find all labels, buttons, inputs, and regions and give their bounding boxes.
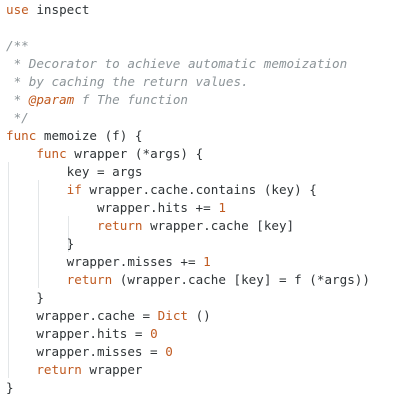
code-line: wrapper.misses = 0 (6, 343, 173, 361)
code-token: return (97, 218, 143, 233)
code-token: 0 (150, 326, 158, 341)
code-editor[interactable]: use inspect /** * Decorator to achieve au… (0, 0, 403, 403)
code-line: } (6, 289, 44, 307)
code-token: wrapper.hits += (6, 200, 219, 215)
code-token: inspect (28, 2, 90, 17)
code-token: * Decorator to achieve automatic memoiza… (6, 56, 348, 71)
code-line: } (6, 379, 14, 397)
code-token: } (6, 290, 44, 305)
code-token: () (188, 308, 211, 323)
code-line: * by caching the return values. (6, 73, 249, 91)
code-token: wrapper.cache = (6, 308, 158, 323)
code-token: return (36, 362, 82, 377)
code-line: key = args (6, 163, 143, 181)
code-token: /** (6, 38, 29, 53)
code-token: key = args (6, 164, 143, 179)
code-line: wrapper.hits += 1 (6, 199, 226, 217)
code-token: wrapper.hits = (6, 326, 151, 341)
code-token: wrapper.misses += (6, 254, 204, 269)
code-line: return wrapper.cache [key] (6, 217, 294, 235)
code-line: return wrapper (6, 361, 143, 379)
code-token: wrapper.misses = (6, 344, 166, 359)
code-line: /** (6, 37, 29, 55)
code-line: wrapper.cache = Dict () (6, 307, 211, 325)
code-line: * Decorator to achieve automatic memoiza… (6, 55, 348, 73)
code-token: */ (6, 110, 29, 125)
code-token: * by caching the return values. (6, 74, 249, 89)
code-token: wrapper (*args) { (66, 146, 204, 161)
code-token: } (6, 236, 75, 251)
code-token: wrapper.cache [key] (142, 218, 295, 233)
code-token: if (66, 182, 82, 197)
code-line: if wrapper.cache.contains (key) { (6, 181, 317, 199)
code-line: func memoize (f) { (6, 127, 143, 145)
code-line: wrapper.misses += 1 (6, 253, 211, 271)
code-token: } (6, 380, 14, 395)
code-token: memoize (f) { (36, 128, 143, 143)
code-token: wrapper (81, 362, 143, 377)
code-line: func wrapper (*args) { (6, 145, 203, 163)
code-token: 1 (218, 200, 226, 215)
code-token: 0 (165, 344, 173, 359)
code-token: 1 (203, 254, 211, 269)
code-token: func (36, 146, 67, 161)
code-token: Dict (157, 308, 188, 323)
code-line: */ (6, 109, 29, 127)
code-line: use inspect (6, 1, 89, 19)
code-token: f The function (74, 92, 188, 107)
code-token: wrapper.cache.contains (key) { (81, 182, 317, 197)
code-token: * (6, 92, 29, 107)
code-line: * @param f The function (6, 91, 188, 109)
code-line: return (wrapper.cache [key] = f (*args)) (6, 271, 370, 289)
code-token: (wrapper.cache [key] = f (*args)) (112, 272, 370, 287)
code-token: func (6, 128, 37, 143)
code-token: @param (28, 92, 75, 107)
code-token: return (66, 272, 113, 287)
code-line: wrapper.hits = 0 (6, 325, 158, 343)
code-line: } (6, 235, 75, 253)
code-token: use (6, 2, 29, 17)
